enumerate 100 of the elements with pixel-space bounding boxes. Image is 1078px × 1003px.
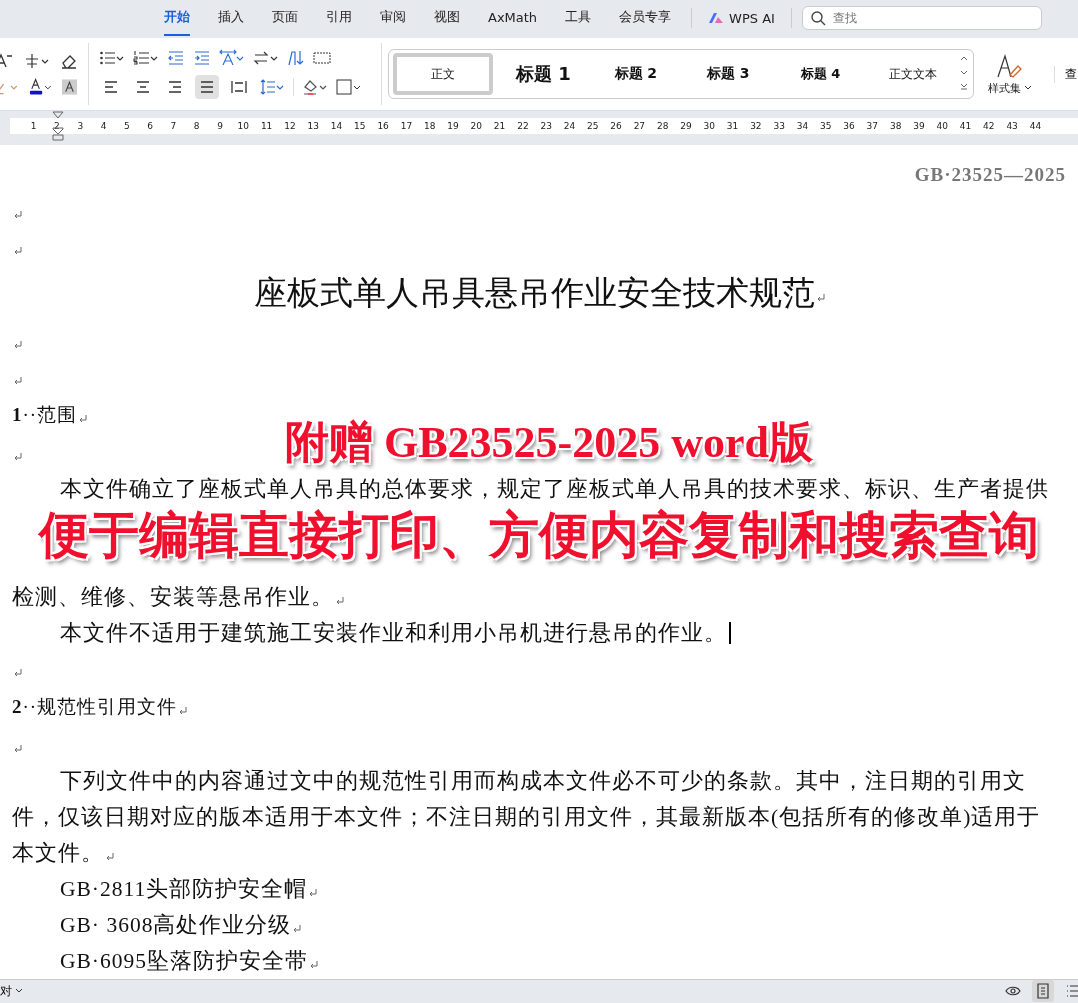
line-spacing-icon[interactable] [259,78,285,97]
menu-tab[interactable]: AxMath [488,1,538,35]
ai-button[interactable]: WPS AI [708,10,775,26]
body-text: 本文件不适用于建筑施工安装作业和利用小吊机进行悬吊的作业。 [60,620,727,648]
ruler-number: 33 [772,120,786,131]
paragraph-mark-icon [336,596,344,605]
paragraph-mark-icon [14,376,22,385]
body-text: 件，仅该日期对应的版本适用于本文件；不注日期的引用文件，其最新版本(包括所有的修改单)适用于 [12,804,1041,832]
character-spacing-icon[interactable] [219,49,245,68]
phonetic-guide-icon[interactable] [24,52,50,71]
page-header: GB·23525—2025 [913,162,1066,187]
ruler-number: 2 [53,120,61,131]
ruler-number: 12 [283,120,297,131]
promo-caption: 附赠 GB23525-2025 word版 [285,416,813,469]
ruler-number: 6 [146,120,154,131]
ruler-number: 32 [749,120,763,131]
ruler-number: 4 [99,120,108,131]
paragraph-mark-icon [106,852,114,861]
find-button[interactable]: 查 [1054,65,1077,83]
ruler-number: 38 [888,120,903,131]
body-text: 检测、维修、安装等悬吊作业。 [12,584,334,612]
ruler-number: 31 [725,120,740,131]
menu-tab[interactable]: 会员专享 [619,0,672,36]
menu-tab[interactable]: 插入 [218,0,244,36]
ruler-number: 24 [562,120,577,131]
style-option[interactable]: 标题 3 [682,54,775,95]
ruler-number: 22 [516,120,530,131]
ruler-number: 25 [586,120,600,131]
ruler-number: 19 [446,120,460,131]
menu-tab[interactable]: 视图 [434,0,460,36]
sort-icon[interactable] [287,49,305,68]
ruler-number: 44 [1028,120,1043,131]
ruler-number: 20 [469,120,483,131]
style-option[interactable]: 标题 4 [774,54,867,95]
caret-icon [1024,85,1032,92]
section-heading: 1··范围 [12,402,78,427]
ruler-number: 41 [958,120,973,131]
ruler-number: 14 [329,120,344,131]
ruler-number: 40 [935,120,949,131]
ruler-number: 35 [819,120,833,131]
ruler-number: 30 [702,120,716,131]
paragraph-mark-icon [14,340,22,349]
paragraph-mark-icon [14,668,22,677]
ruler-number: 21 [492,120,507,131]
ruler[interactable]: 1 2 3 4 5 6 7 8 9 10 11 12 13 14 15 16 17 18 19 20 21 22 23 24 25 26 27 28 29 30 31 32 33 34 35 36 37 38 39 40 41 42 43 44 [10,117,1078,134]
ruler-number: 37 [865,120,880,131]
ruler-number: 5 [122,120,131,131]
align-justify-button[interactable] [195,75,219,100]
style-option[interactable]: 标题 1 [497,54,590,95]
style-option[interactable]: 正文文本 [866,54,959,95]
document-title: 座板式单人吊具悬吊作业安全技术规范 [253,272,815,315]
body-text: 本文件确立了座板式单人吊具的总体要求，规定了座板式单人吊具的技术要求、标识、生产者提供 [60,476,1049,504]
ruler-number: 9 [216,120,224,131]
ruler-number: 26 [609,120,623,131]
ruler-number: 13 [306,120,320,131]
paragraph-mark-icon [179,706,188,715]
ruler-number: 23 [539,120,553,131]
page-view-icon [1034,982,1052,1001]
paragraph-mark-icon [14,246,22,255]
paragraph-mark-icon [14,210,22,219]
paragraph-mark-icon [79,414,88,423]
style-set-button[interactable]: 样式集 [980,51,1040,97]
body-text: GB·2811头部防护安全帽 [60,876,308,904]
ruler-number: 29 [679,120,693,131]
paragraph-mark-icon [14,744,22,753]
style-option[interactable]: 正文 [393,53,494,96]
numbered-list-icon[interactable] [133,49,159,68]
menu-tab[interactable]: 页面 [272,0,298,36]
character-shading-icon[interactable] [61,78,78,97]
ruler-number: 7 [169,120,178,131]
page-view-button[interactable] [1032,980,1054,1003]
paragraph-mark-icon [293,924,302,933]
menu-tab[interactable]: 审阅 [380,0,406,36]
style-option[interactable]: 标题 2 [589,54,682,95]
borders-icon[interactable] [336,78,362,97]
ruler-number: 43 [1005,120,1019,131]
status-menu[interactable]: 对 [0,982,23,1000]
ruler-number: 27 [632,120,647,131]
font-color-icon[interactable] [28,78,54,97]
menu-tab[interactable]: 开始 [164,0,190,36]
ruler-number: 15 [353,120,367,131]
indent-marker-icon[interactable] [52,111,64,142]
caret-icon [15,988,23,995]
ruler-number: 11 [259,120,274,131]
promo-caption: 便于编辑直接打印、方便内容复制和搜索查询 [39,505,1039,565]
ruler-number: 17 [399,120,414,131]
body-text: 下列文件中的内容通过文中的规范性引用而构成本文件必不可少的条款。其中，注日期的引用文 [60,768,1026,796]
ruler-number: 39 [912,120,926,131]
shading-fill-icon[interactable] [302,78,328,97]
paragraph-mark-icon [309,888,318,897]
body-text: GB·6095坠落防护安全带 [60,948,309,976]
paragraph-mark-icon [14,452,22,461]
ruler-number: 42 [982,120,996,131]
ruler-number: 10 [236,120,251,131]
body-text: 本文件。 [12,840,104,868]
paragraph-mark-icon [310,960,319,969]
menu-tab[interactable]: 引用 [326,0,352,36]
ruler-number: 16 [376,120,390,131]
search-field[interactable]: 查找 [801,6,1042,30]
menu-tab[interactable]: 工具 [565,0,592,36]
